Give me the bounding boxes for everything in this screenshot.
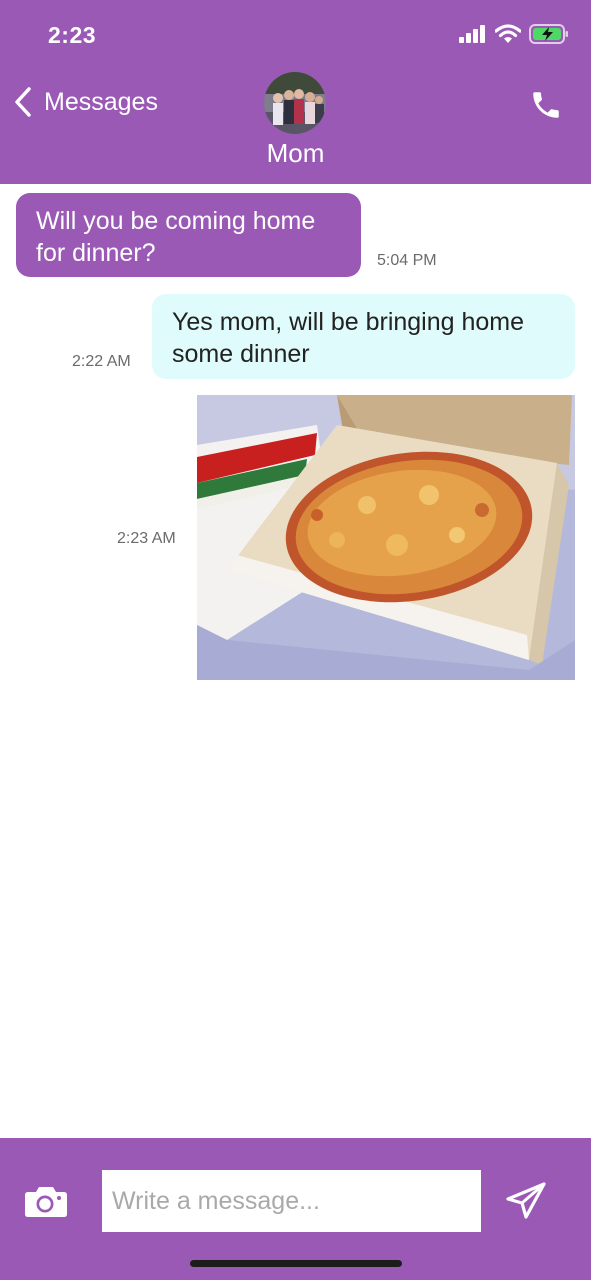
message-bubble-incoming[interactable]: Will you be coming home for dinner?: [16, 193, 361, 277]
avatar-photo: [264, 72, 326, 134]
avatar[interactable]: [264, 72, 326, 134]
message-time: 2:23 AM: [117, 530, 176, 547]
message-time: 2:22 AM: [72, 353, 131, 370]
send-button[interactable]: [506, 1182, 546, 1225]
home-indicator: [190, 1260, 402, 1267]
signal-icon: [459, 25, 485, 43]
pizza-photo: [197, 395, 575, 680]
camera-icon: [25, 1187, 67, 1217]
status-time: 2:23: [48, 22, 97, 48]
message-input[interactable]: [102, 1170, 481, 1232]
message-time: 5:04 PM: [377, 252, 437, 269]
message-photo[interactable]: [197, 395, 575, 680]
chat-screen: 2:23 Messages Mom Will you be coming hom…: [0, 0, 591, 1280]
contact-name: Mom: [266, 138, 325, 168]
call-button[interactable]: [529, 88, 563, 127]
wifi-icon: [495, 24, 521, 43]
phone-icon: [533, 92, 559, 118]
send-icon: [506, 1182, 546, 1219]
chevron-left-icon: [15, 87, 31, 117]
camera-button[interactable]: [24, 1184, 68, 1223]
back-button[interactable]: Messages: [12, 86, 158, 118]
status-icons: [459, 24, 569, 44]
message-bubble-outgoing[interactable]: Yes mom, will be bringing home some dinn…: [152, 294, 575, 379]
battery-icon: [529, 24, 568, 44]
chat-header: 2:23 Messages Mom: [0, 0, 591, 184]
back-label: Messages: [44, 87, 158, 116]
